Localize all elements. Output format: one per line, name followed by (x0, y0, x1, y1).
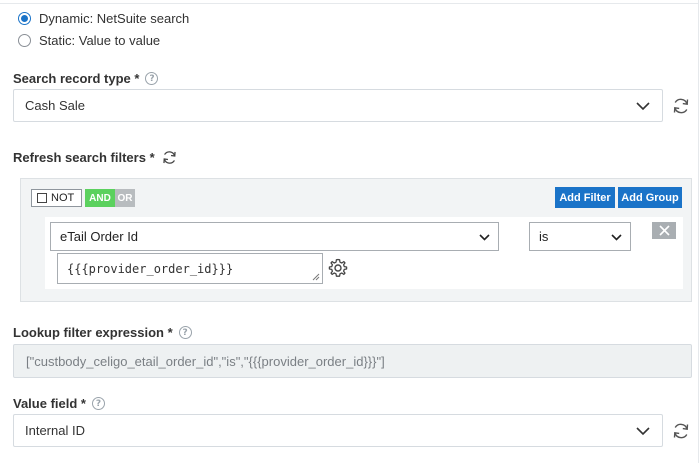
selected-value: Cash Sale (25, 98, 85, 113)
refresh-icon[interactable] (671, 421, 691, 441)
add-group-button[interactable]: Add Group (618, 187, 682, 208)
question-circle-icon[interactable]: ? (178, 326, 192, 339)
radio-static-value[interactable]: Static: Value to value (18, 33, 160, 48)
chevron-down-icon (479, 234, 490, 241)
chevron-down-icon (611, 234, 622, 241)
add-filter-button[interactable]: Add Filter (555, 187, 615, 208)
rule-value-text: {{{provider_order_id}}} (67, 261, 234, 276)
not-label: NOT (51, 192, 75, 204)
not-checkbox[interactable] (37, 193, 47, 203)
rule-operator-select[interactable]: is (529, 222, 631, 251)
label-text: Value field * (13, 396, 86, 411)
lookup-filter-expression-label: Lookup filter expression * ? (13, 325, 192, 340)
radio-label: Dynamic: NetSuite search (39, 11, 190, 26)
top-divider (0, 0, 699, 4)
label-text: Refresh search filters * (13, 150, 155, 165)
refresh-icon[interactable] (161, 149, 178, 166)
remove-rule-button[interactable] (652, 222, 676, 239)
search-record-type-label: Search record type * ? (13, 71, 159, 86)
label-text: Search record type * (13, 71, 140, 86)
refresh-search-filters-label: Refresh search filters * (13, 149, 178, 166)
close-icon (658, 225, 670, 236)
radio-button-checked[interactable] (18, 12, 31, 25)
radio-dynamic-search[interactable]: Dynamic: NetSuite search (18, 11, 189, 26)
rule-field-select[interactable]: eTail Order Id (50, 222, 499, 251)
value-field-label: Value field * ? (13, 396, 105, 411)
rule-value-input[interactable]: {{{provider_order_id}}} (57, 253, 323, 284)
value-field-select[interactable]: Internal ID (13, 414, 663, 447)
rule-field-value: eTail Order Id (60, 229, 139, 244)
radio-button[interactable] (18, 34, 31, 47)
question-circle-icon[interactable]: ? (145, 72, 159, 85)
search-record-type-select[interactable]: Cash Sale (13, 89, 663, 122)
label-text: Lookup filter expression * (13, 325, 173, 340)
radio-label: Static: Value to value (39, 33, 161, 48)
and-button[interactable]: AND (85, 189, 115, 207)
filter-builder-panel: NOT AND OR Add Filter Add Group eTail Or… (20, 178, 692, 302)
refresh-icon[interactable] (671, 96, 691, 116)
gear-icon[interactable] (328, 258, 348, 278)
chevron-down-icon (636, 102, 650, 111)
resize-handle-icon[interactable] (312, 273, 320, 281)
rule-operator-value: is (539, 229, 549, 244)
selected-value: Internal ID (25, 423, 85, 438)
filter-rule-row: eTail Order Id is {{{provider_order_id}}… (45, 217, 683, 289)
question-circle-icon[interactable]: ? (91, 397, 105, 410)
not-toggle[interactable]: NOT (31, 189, 82, 207)
or-button[interactable]: OR (115, 189, 135, 207)
expression-value: ["custbody_celigo_etail_order_id","is","… (26, 353, 385, 369)
chevron-down-icon (636, 427, 650, 436)
lookup-filter-expression-field: ["custbody_celigo_etail_order_id","is","… (13, 344, 692, 378)
